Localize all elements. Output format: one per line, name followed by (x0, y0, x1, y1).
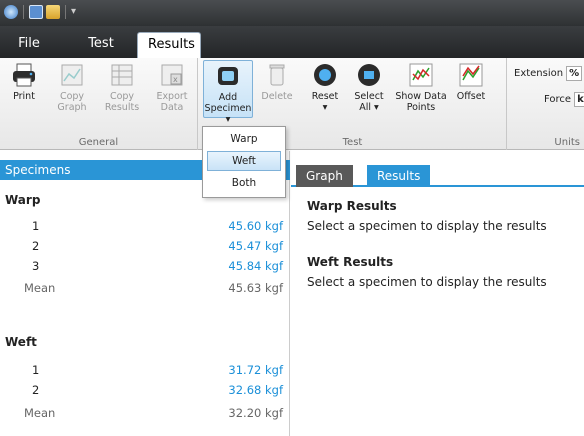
print-label: Print (13, 91, 35, 102)
trash-icon (269, 64, 285, 86)
copy-graph-label2: Graph (57, 102, 87, 113)
results-content: Warp Results Select a specimen to displa… (307, 199, 577, 311)
specimen-value: 45.47 kgf (228, 239, 283, 253)
weft-results-text: Select a specimen to display the results (307, 275, 547, 289)
specimen-label: 2 (32, 383, 40, 397)
warp-results-title: Warp Results (307, 199, 397, 213)
specimen-label: 1 (32, 363, 40, 377)
tab-results[interactable]: Results (137, 32, 201, 58)
add-specimen-dropdown: Warp Weft Both (202, 126, 286, 198)
reset-label2: ▾ (322, 102, 328, 113)
copy-graph-icon (61, 64, 83, 86)
specimen-label: 2 (32, 239, 40, 253)
warp-row-3[interactable]: 3 45.84 kgf (0, 259, 290, 277)
dropdown-item-warp[interactable]: Warp (207, 129, 281, 149)
extension-unit-select[interactable]: % (566, 66, 583, 81)
weft-row-1[interactable]: 1 31.72 kgf (0, 363, 290, 381)
results-panel: Graph Results Warp Results Select a spec… (291, 151, 584, 436)
extension-unit-row: Extension % (514, 66, 583, 81)
weft-row-2[interactable]: 2 32.68 kgf (0, 383, 290, 401)
warp-mean-row: Mean 45.63 kgf (0, 281, 290, 299)
group-units: Extension % Force kgf Units (508, 58, 584, 150)
add-specimen-label1: Add (218, 92, 238, 103)
force-label: Force (544, 94, 572, 105)
title-bar: ▾ (0, 0, 584, 26)
dropdown-item-both[interactable]: Both (207, 173, 281, 193)
app-menu-icon[interactable] (4, 5, 18, 19)
copy-graph-label1: Copy (59, 91, 85, 102)
show-data-points-icon (409, 63, 433, 87)
show-data-points-button[interactable]: Show Data Points (395, 62, 447, 113)
save-icon[interactable] (29, 5, 43, 19)
weft-section-title: Weft (5, 335, 37, 349)
print-button[interactable]: Print (2, 62, 46, 102)
select-all-icon (358, 64, 380, 86)
add-specimen-button[interactable]: Add Specimen ▾ (203, 60, 253, 125)
reset-icon (314, 64, 336, 86)
mean-value: 32.20 kgf (228, 406, 283, 420)
tab-test[interactable]: Test (70, 32, 132, 58)
open-folder-icon[interactable] (46, 5, 60, 19)
qat-separator (23, 5, 24, 19)
quick-access-toolbar: ▾ (4, 5, 76, 19)
show-data-points-label1: Show Data (395, 91, 447, 102)
export-data-label2: Data (160, 102, 184, 113)
ribbon-tabs: File Test Results (0, 26, 584, 58)
svg-text:x: x (173, 75, 178, 84)
select-all-label2: All ▾ (359, 102, 379, 113)
offset-button[interactable]: Offset (449, 62, 493, 102)
mean-label: Mean (24, 406, 56, 420)
force-unit-row: Force kgf (544, 92, 584, 107)
group-general-label: General (78, 137, 119, 148)
warp-row-1[interactable]: 1 45.60 kgf (0, 219, 290, 237)
customize-qat-icon[interactable]: ▾ (71, 5, 76, 19)
group-general: Print Copy Graph Copy Results x Export D… (0, 58, 198, 150)
force-unit-select[interactable]: kgf (574, 92, 584, 107)
delete-button[interactable]: Delete (255, 62, 299, 102)
qat-separator (65, 5, 66, 19)
copy-results-label2: Results (104, 102, 140, 113)
results-tabstrip: Graph Results (291, 159, 584, 187)
tab-graph[interactable]: Graph (296, 165, 353, 187)
specimen-label: 3 (32, 259, 40, 273)
copy-graph-button[interactable]: Copy Graph (50, 62, 94, 113)
warp-section-title: Warp (5, 193, 41, 207)
select-all-button[interactable]: Select All ▾ (347, 62, 391, 113)
extension-label: Extension (514, 68, 564, 79)
mean-label: Mean (24, 281, 56, 295)
reset-button[interactable]: Reset ▾ (303, 62, 347, 113)
specimen-value: 45.60 kgf (228, 219, 283, 233)
copy-results-label1: Copy (109, 91, 135, 102)
offset-icon (459, 63, 483, 87)
group-units-label: Units (554, 137, 580, 148)
export-data-button[interactable]: x Export Data (150, 62, 194, 113)
specimen-value: 32.68 kgf (228, 383, 283, 397)
tab-file[interactable]: File (5, 32, 53, 58)
export-data-icon: x (161, 64, 183, 86)
mean-value: 45.63 kgf (228, 281, 283, 295)
tab-results-view[interactable]: Results (367, 165, 431, 187)
add-specimen-icon (218, 67, 238, 85)
specimen-value: 45.84 kgf (228, 259, 283, 273)
warp-results-text: Select a specimen to display the results (307, 219, 547, 233)
delete-label: Delete (261, 91, 293, 102)
export-data-label1: Export (156, 91, 188, 102)
show-data-points-label2: Points (406, 102, 436, 113)
warp-row-2[interactable]: 2 45.47 kgf (0, 239, 290, 257)
offset-label: Offset (456, 91, 486, 102)
copy-results-button[interactable]: Copy Results (100, 62, 144, 113)
dropdown-item-weft[interactable]: Weft (207, 151, 281, 171)
ribbon: Print Copy Graph Copy Results x Export D… (0, 58, 584, 150)
reset-label1: Reset (311, 91, 339, 102)
add-specimen-label2: Specimen ▾ (204, 103, 252, 125)
weft-results-title: Weft Results (307, 255, 394, 269)
specimen-label: 1 (32, 219, 40, 233)
specimen-value: 31.72 kgf (228, 363, 283, 377)
select-all-label1: Select (354, 91, 384, 102)
weft-mean-row: Mean 32.20 kgf (0, 406, 290, 424)
copy-results-icon (111, 64, 133, 86)
printer-icon (13, 63, 35, 87)
